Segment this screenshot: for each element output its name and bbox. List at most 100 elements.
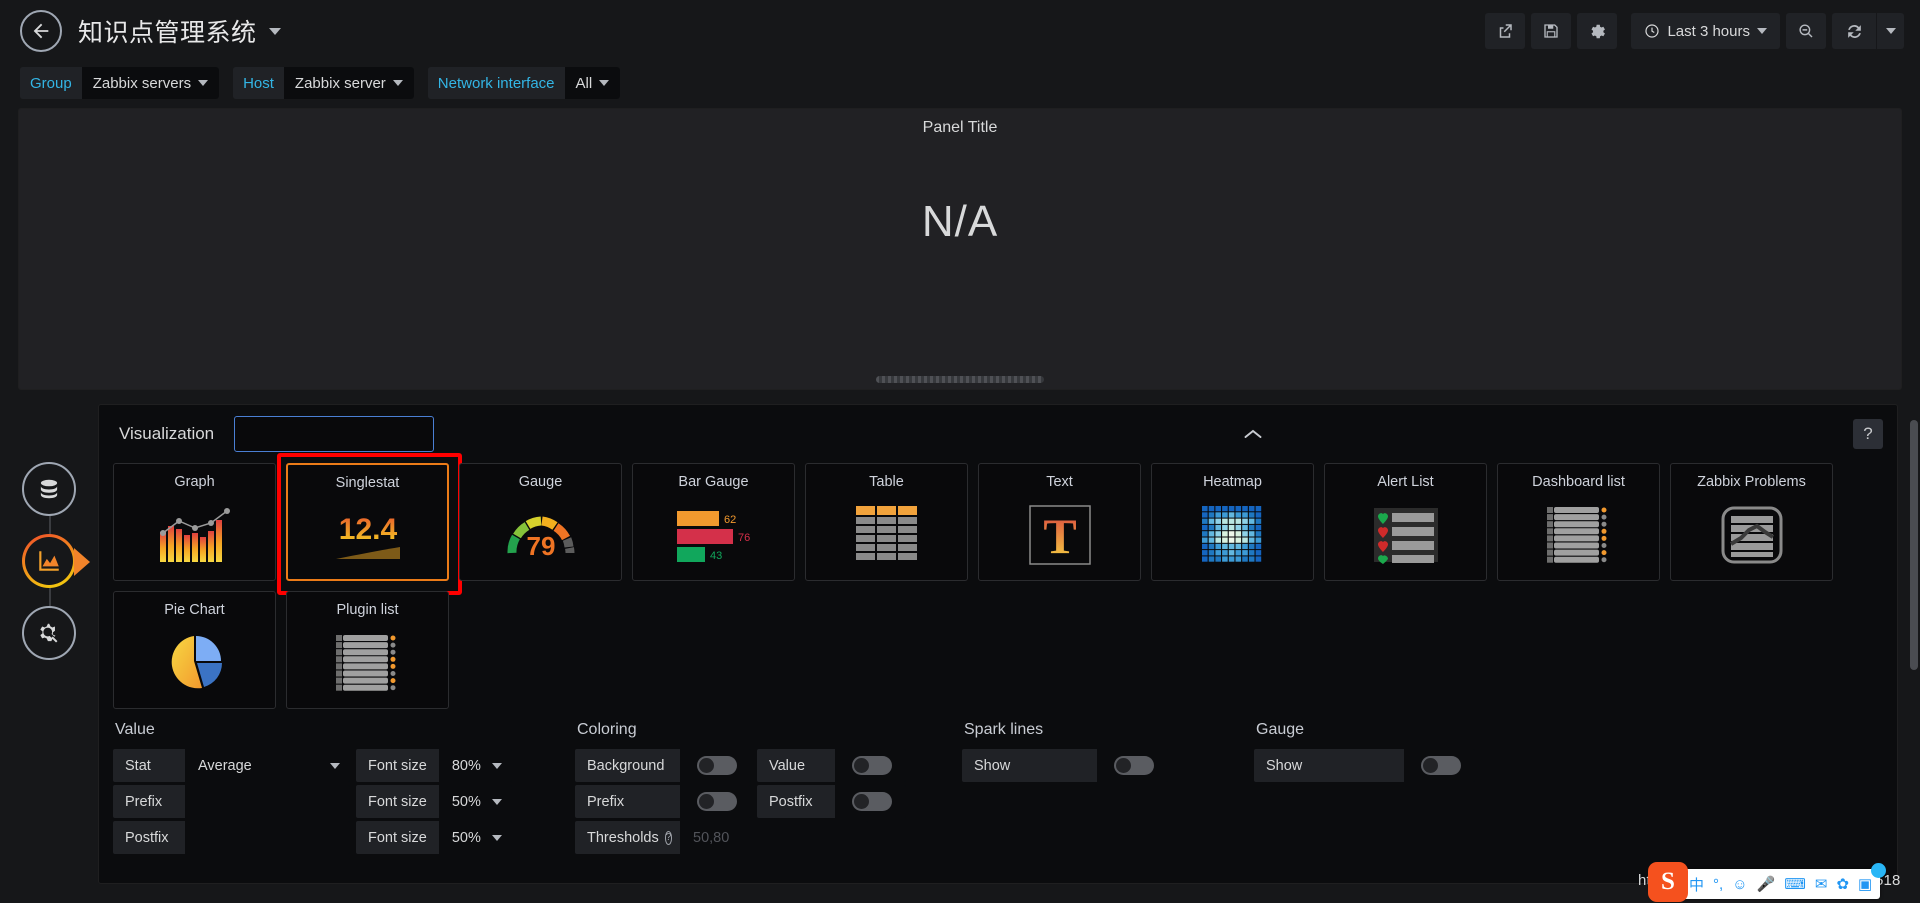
toggle-knob xyxy=(854,794,869,809)
visualization-label: Visualization xyxy=(119,424,215,443)
svg-text:T: T xyxy=(1043,508,1076,564)
ime-keyboard-icon[interactable]: ⌨ xyxy=(1784,875,1806,893)
ime-emoji-icon[interactable]: ☺ xyxy=(1732,876,1747,893)
panel-title[interactable]: Panel Title xyxy=(19,109,1901,137)
ime-language-icon[interactable]: 中 xyxy=(1689,874,1704,895)
ime-toolbox-icon[interactable]: ▣ xyxy=(1858,875,1872,893)
thresholds-input[interactable]: 50,80 xyxy=(683,821,868,854)
viz-type-bar-gauge[interactable]: Bar Gauge 62 76 43 xyxy=(632,463,795,581)
visualization-search[interactable] xyxy=(234,416,453,452)
ime-inbox-icon[interactable]: ✉ xyxy=(1815,875,1828,893)
panel-preview: Panel Title N/A xyxy=(18,108,1902,390)
stat-value: Average xyxy=(198,757,252,774)
dashboard-settings-button[interactable] xyxy=(1577,13,1618,49)
coloring-postfix-toggle[interactable] xyxy=(838,785,906,818)
visualization-search-input[interactable] xyxy=(253,425,453,443)
thresholds-label: Thresholds ? xyxy=(575,821,680,854)
chevron-down-icon xyxy=(198,80,209,86)
stat-select[interactable]: Average xyxy=(188,749,350,782)
chevron-down-icon xyxy=(392,80,403,86)
template-variable-bar: Group Zabbix servers Host Zabbix server … xyxy=(0,62,1920,104)
svg-text:43: 43 xyxy=(710,550,722,562)
variable-host-label: Host xyxy=(233,67,284,99)
variable-network-interface-select[interactable]: All xyxy=(564,67,621,99)
viz-type-dashboard-list[interactable]: Dashboard list xyxy=(1497,463,1660,581)
ime-skin-icon[interactable]: ✿ xyxy=(1836,875,1849,893)
visualization-tab[interactable] xyxy=(22,534,76,588)
ime-toolbar: S 中 °, ☺ 🎤 ⌨ ✉ ✿ ▣ xyxy=(1648,862,1887,902)
coloring-background-toggle[interactable] xyxy=(683,749,751,782)
toggle-track xyxy=(697,756,737,775)
ime-punctuation-icon[interactable]: °, xyxy=(1713,876,1723,893)
toggle-knob xyxy=(699,794,714,809)
panel-resize-handle[interactable] xyxy=(876,376,1044,383)
prefix-input[interactable] xyxy=(188,785,350,818)
queries-tab[interactable] xyxy=(22,462,76,516)
chevron-down-icon xyxy=(330,762,340,769)
chevron-down-icon xyxy=(491,834,502,841)
viz-type-singlestat[interactable]: Singlestat 12.4 xyxy=(277,453,462,595)
visualization-collapse-button[interactable] xyxy=(1239,422,1267,446)
toggle-track xyxy=(852,756,892,775)
ime-voice-icon[interactable]: 🎤 xyxy=(1757,875,1776,893)
question-circle-icon[interactable]: ? xyxy=(664,830,673,845)
viz-type-label: Dashboard list xyxy=(1532,474,1625,490)
viz-type-table[interactable]: Table xyxy=(805,463,968,581)
thresholds-placeholder: 50,80 xyxy=(693,829,730,846)
edit-mode-rail xyxy=(22,462,90,662)
variable-network-interface-value: All xyxy=(575,74,593,92)
options-sparklines-section: Spark lines Show xyxy=(962,721,1222,854)
gear-wrench-icon xyxy=(40,623,58,643)
viz-type-gauge[interactable]: Gauge 79 xyxy=(459,463,622,581)
general-tab[interactable] xyxy=(22,606,76,660)
save-dashboard-button[interactable] xyxy=(1531,13,1572,49)
save-icon xyxy=(1544,24,1559,38)
coloring-background-label: Background xyxy=(575,749,680,782)
viz-type-alert-list[interactable]: Alert List xyxy=(1324,463,1487,581)
toggle-track xyxy=(1421,756,1461,775)
coloring-value-toggle[interactable] xyxy=(838,749,906,782)
variable-host-select[interactable]: Zabbix server xyxy=(283,67,414,99)
section-title: Coloring xyxy=(577,721,637,738)
variable-network-interface: Network interface All xyxy=(427,67,621,99)
viz-type-label: Text xyxy=(1046,474,1073,490)
viz-type-zabbix-problems[interactable]: Zabbix Problems xyxy=(1670,463,1833,581)
viz-type-pie-chart[interactable]: Pie Chart xyxy=(113,591,276,709)
toggle-track xyxy=(1114,756,1154,775)
variable-group-label: Group xyxy=(20,67,82,99)
time-range-chevron-down-icon xyxy=(1757,28,1767,34)
viz-type-text[interactable]: Text T xyxy=(978,463,1141,581)
singlestat-icon: 12.4 xyxy=(288,491,447,579)
postfix-input[interactable] xyxy=(188,821,350,854)
gauge-show-toggle[interactable] xyxy=(1407,749,1475,782)
back-button[interactable] xyxy=(20,10,62,52)
time-range-picker[interactable]: Last 3 hours xyxy=(1631,13,1780,49)
refresh-button[interactable] xyxy=(1832,13,1876,49)
help-button[interactable]: ? xyxy=(1853,419,1883,449)
viz-type-plugin-list[interactable]: Plugin list xyxy=(286,591,449,709)
coloring-prefix-toggle[interactable] xyxy=(683,785,751,818)
sparklines-show-toggle[interactable] xyxy=(1100,749,1168,782)
postfix-font-size-select[interactable]: 50% xyxy=(441,821,512,854)
prefix-font-size-select[interactable]: 50% xyxy=(441,785,512,818)
option-row-prefix: Prefix Font size 50% xyxy=(113,785,543,818)
share-dashboard-button[interactable] xyxy=(1485,13,1526,49)
options-coloring-section: Coloring Background Value Prefix Postfix… xyxy=(575,721,930,854)
gauge-icon: 79 xyxy=(460,490,621,580)
refresh-control xyxy=(1832,13,1904,49)
viz-type-heatmap[interactable]: Heatmap xyxy=(1151,463,1314,581)
refresh-interval-button[interactable] xyxy=(1876,13,1904,49)
database-icon xyxy=(40,479,58,499)
variable-group-select[interactable]: Zabbix servers xyxy=(81,67,220,99)
stat-font-size-select[interactable]: 80% xyxy=(441,749,512,782)
stat-font-size-label: Font size xyxy=(356,749,439,782)
refresh-icon xyxy=(1847,24,1861,38)
dashboard-title-chevron-down-icon[interactable] xyxy=(268,27,281,35)
sogou-logo-icon[interactable]: S xyxy=(1648,862,1688,902)
viz-type-graph[interactable]: Graph xyxy=(113,463,276,581)
zoom-out-button[interactable] xyxy=(1786,13,1826,49)
options-gauge-section: Gauge Show xyxy=(1254,721,1514,854)
page-scrollbar[interactable] xyxy=(1910,420,1918,670)
chevron-down-icon xyxy=(599,80,610,86)
heatmap-icon xyxy=(1152,490,1313,580)
